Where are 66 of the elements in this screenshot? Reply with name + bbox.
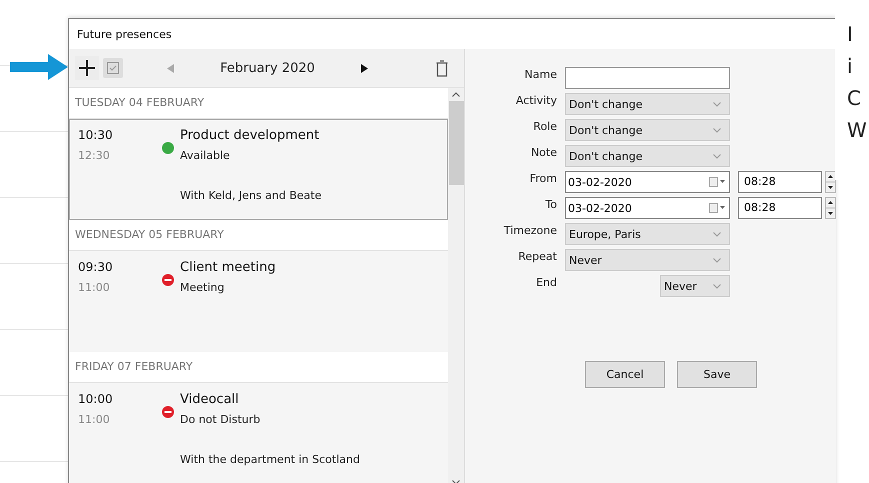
scrollbar-thumb[interactable] xyxy=(448,101,464,185)
text-line: I xyxy=(847,21,854,48)
field-label: Name xyxy=(524,67,557,83)
spinner-icon[interactable] xyxy=(825,197,836,219)
field-label: Role xyxy=(532,119,557,135)
dropdown[interactable]: Don't change xyxy=(565,145,730,167)
field-label: To xyxy=(544,197,557,213)
add-button[interactable] xyxy=(75,56,99,80)
dropdown[interactable]: Don't change xyxy=(565,93,730,115)
event-title: Videocall xyxy=(180,392,239,407)
trash-icon[interactable] xyxy=(436,60,448,76)
start-time: 09:30 xyxy=(78,260,114,274)
caret-icon xyxy=(713,284,721,288)
dropdown[interactable]: Never xyxy=(660,275,730,297)
field-label: Note xyxy=(530,145,557,161)
dropdown[interactable]: Europe, Paris xyxy=(565,223,730,245)
window-title: Future presences xyxy=(76,27,173,43)
time-field[interactable]: 08:28 xyxy=(738,171,822,193)
event-card[interactable]: 10:00 11:00 Videocall Do not Disturb With the department in Scotland xyxy=(69,383,448,483)
date-field[interactable]: 03-02-2020 xyxy=(565,171,730,193)
end-time: 12:30 xyxy=(78,149,111,162)
name-field[interactable] xyxy=(565,67,730,89)
caret-icon xyxy=(713,128,721,132)
event-card[interactable]: 09:30 11:00 Client meeting Meeting xyxy=(69,251,448,352)
field-label: Repeat xyxy=(517,249,557,265)
scroll-up-icon[interactable] xyxy=(452,92,460,97)
event-title: Product development xyxy=(180,128,320,143)
arrow-icon xyxy=(10,54,68,80)
event-activity: Do not Disturb xyxy=(180,413,260,426)
caret-icon xyxy=(713,232,721,236)
field-label: Activity xyxy=(514,93,557,109)
event-title: Client meeting xyxy=(180,260,276,275)
caret-icon xyxy=(713,258,721,262)
end-time: 11:00 xyxy=(78,281,111,294)
start-time: 10:30 xyxy=(78,128,114,142)
day-header: FRIDAY 07 FEBRUARY xyxy=(69,352,448,383)
next-icon[interactable] xyxy=(361,64,368,72)
scrollbar[interactable] xyxy=(448,88,464,483)
text-line: C xyxy=(847,85,862,112)
event-card[interactable]: 10:30 12:30 Product development Available With Keld, Jens and Beate xyxy=(69,119,448,220)
spinner-icon[interactable] xyxy=(825,171,836,193)
day-header: WEDNESDAY 05 FEBRUARY xyxy=(69,220,448,251)
field-label: Timezone xyxy=(502,223,557,239)
caret-icon xyxy=(713,154,721,158)
day-header: TUESDAY 04 FEBRUARY xyxy=(69,88,448,119)
calendar-icon[interactable] xyxy=(709,203,725,213)
text-line: W xyxy=(847,117,868,144)
event-activity: Available xyxy=(180,149,230,162)
event-activity: Meeting xyxy=(180,281,224,294)
save-button[interactable]: Save xyxy=(677,361,757,388)
caret-icon xyxy=(713,102,721,106)
field-label: From xyxy=(528,171,557,187)
end-time: 11:00 xyxy=(78,413,111,426)
dropdown[interactable]: Never xyxy=(565,249,730,271)
field-label: End xyxy=(535,275,557,291)
text-line: i xyxy=(847,53,854,80)
event-note: With the department in Scotland xyxy=(180,453,360,466)
event-note: With Keld, Jens and Beate xyxy=(180,189,322,202)
month-label: February 2020 xyxy=(219,60,316,76)
checkbox-button[interactable] xyxy=(103,58,123,78)
dropdown[interactable]: Don't change xyxy=(565,119,730,141)
calendar-icon[interactable] xyxy=(709,177,725,187)
time-field[interactable]: 08:28 xyxy=(738,197,822,219)
start-time: 10:00 xyxy=(78,392,114,406)
date-field[interactable]: 03-02-2020 xyxy=(565,197,730,219)
cancel-button[interactable]: Cancel xyxy=(585,361,665,388)
